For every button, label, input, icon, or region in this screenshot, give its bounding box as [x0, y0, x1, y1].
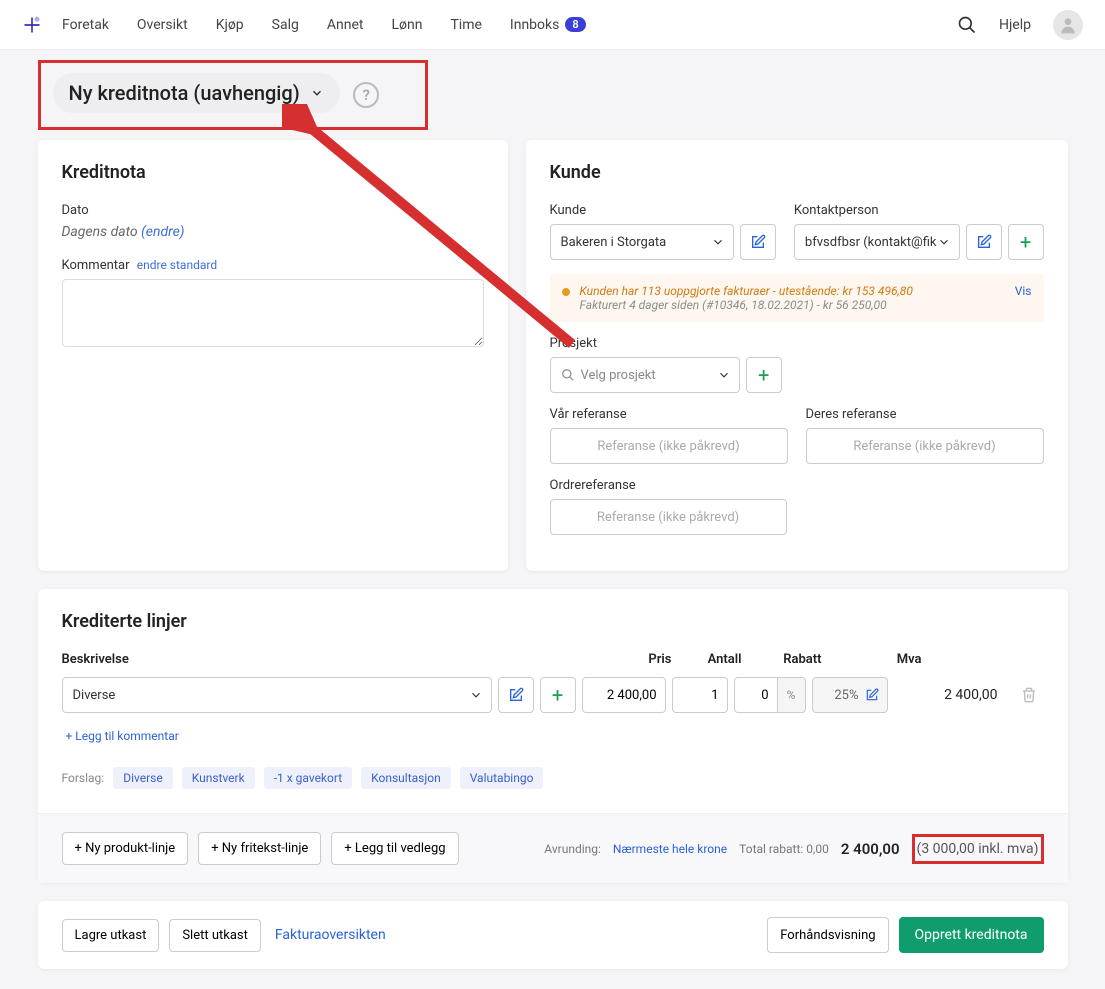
delete-draft-button[interactable]: Slett utkast: [169, 919, 261, 952]
total-inc-highlight: (3 000,00 inkl. mva): [912, 834, 1044, 864]
total-ex-vat: 2 400,00: [841, 840, 900, 858]
var-ref-input[interactable]: [550, 428, 788, 464]
avatar[interactable]: [1053, 10, 1083, 40]
nav-annet[interactable]: Annet: [327, 17, 364, 33]
line-row: Diverse + % 25% 2 400,00: [62, 677, 1044, 713]
prosjekt-label: Prosjekt: [550, 336, 782, 351]
deres-ref-input[interactable]: [806, 428, 1044, 464]
chevron-down-icon: [717, 368, 731, 382]
customer-warning: Kunden har 113 uoppgjorte fakturaer - ut…: [550, 274, 1044, 322]
comment-change-link[interactable]: endre standard: [137, 258, 217, 272]
chevron-down-icon: [711, 235, 725, 249]
suggestion-item[interactable]: Diverse: [113, 767, 173, 789]
kontakt-add-button[interactable]: +: [1008, 224, 1044, 260]
suggestion-item[interactable]: Kunstverk: [182, 767, 255, 789]
nav-help[interactable]: Hjelp: [999, 17, 1031, 33]
line-price-input[interactable]: [582, 677, 666, 713]
warning-dot-icon: [562, 288, 570, 296]
line-total: 2 400,00: [894, 687, 1008, 703]
page-title-text: Ny kreditnota (uavhengig): [69, 81, 300, 105]
kunde-edit-button[interactable]: [740, 224, 776, 260]
line-delete-button[interactable]: [1014, 680, 1044, 710]
add-comment-link[interactable]: + Legg til kommentar: [66, 729, 179, 743]
lines-card: Krediterte linjer Beskrivelse Pris Antal…: [38, 589, 1068, 883]
add-attachment-button[interactable]: + Legg til vedlegg: [331, 832, 458, 865]
comment-label: Kommentar endre standard: [62, 258, 484, 273]
nav-time[interactable]: Time: [450, 17, 481, 33]
edit-icon: [865, 688, 879, 702]
line-qty-input[interactable]: [672, 677, 728, 713]
kontakt-edit-button[interactable]: [966, 224, 1002, 260]
suggestion-item[interactable]: Konsultasjon: [361, 767, 451, 789]
line-desc-add-button[interactable]: +: [540, 677, 576, 713]
chevron-down-icon: [310, 86, 324, 100]
title-highlight: Ny kreditnota (uavhengig) ?: [38, 60, 428, 130]
kunde-card: Kunde Kunde Bakeren i Storgata: [526, 140, 1068, 571]
suggestion-item[interactable]: -1 x gavekort: [264, 767, 352, 789]
percent-label: %: [778, 677, 806, 713]
rounding-link[interactable]: Nærmeste hele krone: [613, 842, 727, 856]
save-draft-button[interactable]: Lagre utkast: [62, 919, 160, 952]
ordre-ref-input[interactable]: [550, 499, 787, 535]
invoice-overview-link[interactable]: Fakturaoversikten: [271, 919, 390, 951]
nav-lonn[interactable]: Lønn: [391, 17, 422, 33]
warning-show-link[interactable]: Vis: [1015, 284, 1032, 312]
line-vat-select[interactable]: 25%: [812, 677, 888, 713]
prosjekt-add-button[interactable]: +: [746, 357, 782, 393]
total-inc-vat: (3 000,00 inkl. mva): [917, 841, 1039, 857]
kunde-label: Kunde: [550, 203, 776, 218]
nav-salg[interactable]: Salg: [272, 17, 299, 33]
chevron-down-icon: [937, 235, 951, 249]
lines-title: Krediterte linjer: [62, 611, 1044, 632]
deres-ref-label: Deres referanse: [806, 407, 1044, 422]
create-creditnote-button[interactable]: Opprett kreditnota: [899, 917, 1044, 953]
suggestion-item[interactable]: Valutabingo: [460, 767, 544, 789]
date-change-link[interactable]: (endre): [141, 224, 184, 240]
kreditnota-title: Kreditnota: [62, 162, 484, 183]
inbox-badge: 8: [565, 17, 585, 32]
kontakt-select[interactable]: bfvsdfbsr (kontakt@fik: [794, 224, 960, 260]
kunde-select[interactable]: Bakeren i Storgata: [550, 224, 734, 260]
preview-button[interactable]: Forhåndsvisning: [767, 917, 888, 953]
lines-header: Beskrivelse Pris Antall Rabatt Mva: [62, 652, 1044, 667]
nav-innboks[interactable]: Innboks 8: [510, 17, 586, 33]
nav-kjop[interactable]: Kjøp: [216, 17, 244, 33]
bottom-bar: Lagre utkast Slett utkast Fakturaoversik…: [38, 901, 1068, 969]
nav-foretak[interactable]: Foretak: [62, 17, 109, 33]
suggestions: Forslag: Diverse Kunstverk -1 x gavekort…: [62, 767, 1044, 789]
ordre-ref-label: Ordrereferanse: [550, 478, 787, 493]
chevron-down-icon: [469, 688, 483, 702]
page-title-dropdown[interactable]: Ny kreditnota (uavhengig): [53, 73, 340, 113]
line-disc-input[interactable]: [734, 677, 778, 713]
lines-footer: + Ny produkt-linje + Ny fritekst-linje +…: [38, 813, 1068, 883]
nav-innboks-label: Innboks: [510, 17, 559, 33]
date-display: Dagens dato (endre): [62, 224, 484, 240]
logo-icon: [22, 15, 42, 35]
kreditnota-card: Kreditnota Dato Dagens dato (endre) Komm…: [38, 140, 508, 571]
new-product-line-button[interactable]: + Ny produkt-linje: [62, 832, 189, 865]
kunde-title: Kunde: [550, 162, 1044, 183]
comment-textarea[interactable]: [62, 279, 484, 347]
line-desc-select[interactable]: Diverse: [62, 677, 492, 713]
warning-sub: Fakturert 4 dager siden (#10346, 18.02.2…: [580, 298, 887, 312]
line-desc-edit-button[interactable]: [498, 677, 534, 713]
help-icon[interactable]: ?: [353, 82, 379, 108]
search-icon: [561, 368, 575, 382]
kontakt-label: Kontaktperson: [794, 203, 1044, 218]
nav-oversikt[interactable]: Oversikt: [137, 17, 188, 33]
top-nav: Foretak Oversikt Kjøp Salg Annet Lønn Ti…: [0, 0, 1105, 50]
warning-title: Kunden har 113 uoppgjorte fakturaer - ut…: [580, 284, 1005, 298]
date-label: Dato: [62, 203, 484, 218]
prosjekt-select[interactable]: Velg prosjekt: [550, 357, 740, 393]
new-freetext-line-button[interactable]: + Ny fritekst-linje: [198, 832, 321, 865]
trash-icon: [1021, 687, 1037, 703]
search-icon[interactable]: [957, 15, 977, 35]
var-ref-label: Vår referanse: [550, 407, 788, 422]
